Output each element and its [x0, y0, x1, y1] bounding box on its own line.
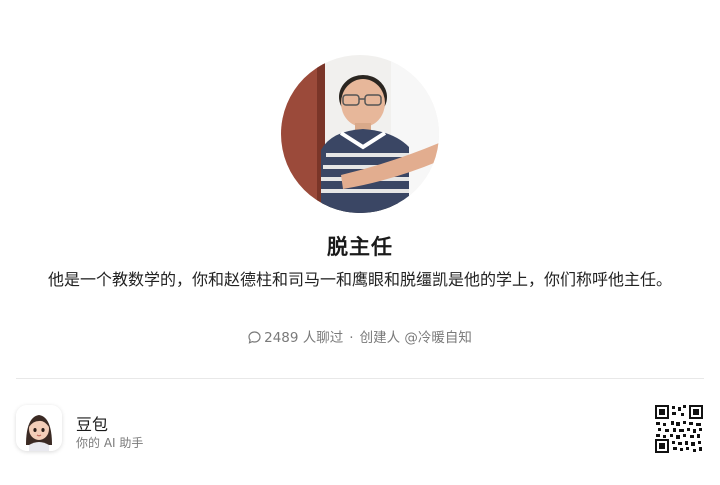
chat-count: 2489 人聊过	[264, 330, 344, 346]
meta-separator: ·	[349, 330, 354, 346]
divider	[16, 378, 704, 379]
bot-avatar	[281, 55, 439, 213]
app-name: 豆包	[76, 415, 109, 434]
app-tagline: 你的 AI 助手	[76, 436, 144, 450]
creator-link[interactable]: 创建人 @冷暖自知	[360, 330, 472, 346]
doubao-avatar-icon[interactable]	[16, 405, 62, 451]
bot-name: 脱主任	[327, 235, 393, 259]
chat-bubble-icon	[248, 331, 261, 348]
bot-description: 他是一个教数学的，你和赵德柱和司马一和鹰眼和脱缰凯是他的学上，你们称呼他主任。	[47, 270, 672, 289]
bot-meta: 2489 人聊过 · 创建人 @冷暖自知	[0, 326, 720, 348]
qr-code-icon	[655, 405, 703, 453]
